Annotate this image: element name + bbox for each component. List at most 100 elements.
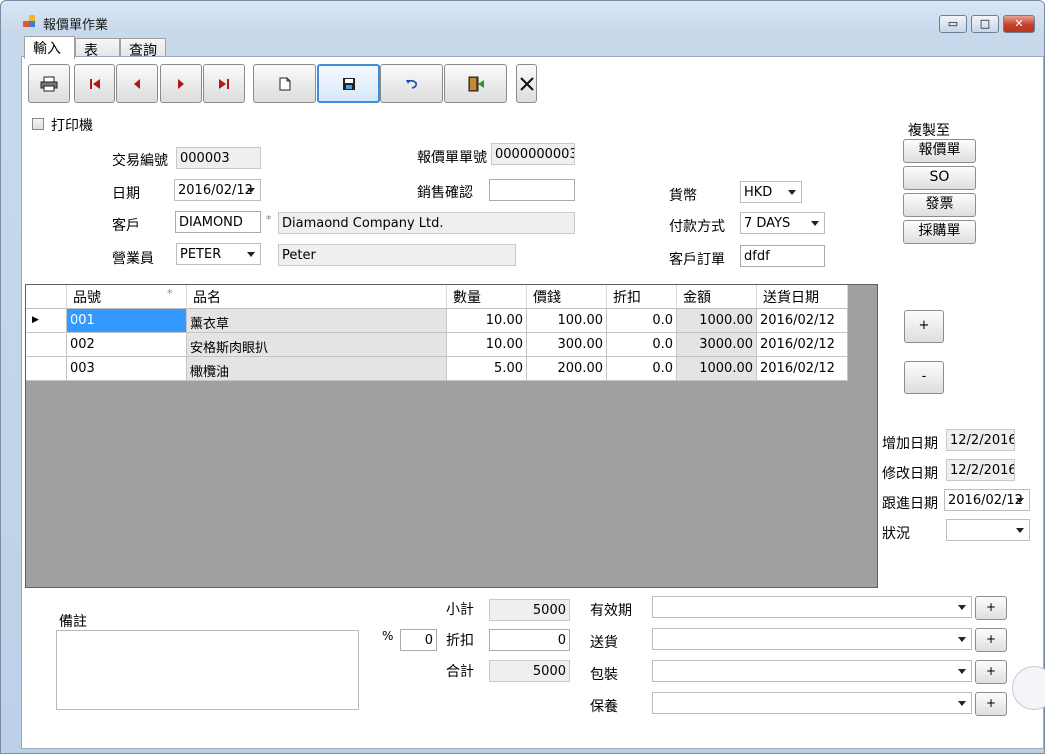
- grid-cell-delivery[interactable]: 2016/02/12: [757, 309, 848, 333]
- column-header-qty[interactable]: 數量: [447, 285, 527, 309]
- tab-report[interactable]: 表: [75, 38, 120, 59]
- followup-date-picker[interactable]: 2016/02/12: [944, 489, 1030, 511]
- column-header-name[interactable]: 品名: [187, 285, 447, 309]
- warranty-select[interactable]: [652, 692, 972, 714]
- followup-date-label: 跟進日期: [882, 496, 938, 512]
- grid-cell-amount[interactable]: 1000.00: [677, 357, 757, 381]
- subtotal-field[interactable]: 5000: [489, 599, 570, 621]
- created-date-field[interactable]: 12/2/2016: [946, 429, 1015, 451]
- copy-to-quote-button[interactable]: 報價單: [903, 139, 976, 163]
- percent-field[interactable]: 0: [400, 629, 437, 651]
- close-icon: ✕: [1014, 17, 1024, 30]
- grid-cell-price[interactable]: 200.00: [527, 357, 607, 381]
- percent-label: %: [382, 629, 394, 643]
- previous-record-button[interactable]: [116, 64, 158, 103]
- next-record-button[interactable]: [160, 64, 202, 103]
- delivery-label: 送貨: [590, 635, 618, 651]
- packaging-add-button[interactable]: +: [975, 660, 1007, 684]
- grid-cell-delivery[interactable]: 2016/02/12: [757, 357, 848, 381]
- items-grid[interactable]: 品號 * 品名 數量 價錢 折扣 金額 送貨日期 ▶ 001 薰衣草 10.00 …: [25, 284, 878, 588]
- grid-cell-delivery[interactable]: 2016/02/12: [757, 333, 848, 357]
- grid-cell-code[interactable]: 002: [67, 333, 187, 357]
- column-header-code[interactable]: 品號 *: [67, 285, 187, 309]
- grid-cell-qty[interactable]: 10.00: [447, 333, 527, 357]
- delivery-add-button[interactable]: +: [975, 628, 1007, 652]
- discount-field[interactable]: 0: [489, 629, 570, 651]
- quote-no-field[interactable]: 0000000003: [491, 143, 575, 165]
- grid-cell-qty[interactable]: 5.00: [447, 357, 527, 381]
- tab-input[interactable]: 輸入: [24, 36, 75, 59]
- followup-date-value: 2016/02/12: [948, 493, 1023, 508]
- new-button[interactable]: [253, 64, 316, 103]
- customer-order-field[interactable]: dfdf: [740, 245, 825, 267]
- copy-to-invoice-button[interactable]: 發票: [903, 193, 976, 217]
- date-label: 日期: [112, 186, 140, 202]
- maximize-button[interactable]: □: [971, 15, 999, 33]
- save-button[interactable]: [317, 64, 380, 103]
- copy-to-so-button[interactable]: SO: [903, 166, 976, 190]
- validity-add-button[interactable]: +: [975, 596, 1007, 620]
- grid-cell-amount[interactable]: 1000.00: [677, 309, 757, 333]
- column-header-amount[interactable]: 金額: [677, 285, 757, 309]
- delete-button[interactable]: [516, 64, 537, 103]
- transaction-no-field[interactable]: 000003: [176, 147, 261, 169]
- title-bar[interactable]: 報價單作業 ▭ □ ✕: [1, 1, 1044, 35]
- sales-confirm-field[interactable]: [489, 179, 575, 201]
- exit-button[interactable]: [444, 64, 507, 103]
- grid-cell-name[interactable]: 安格斯肉眼扒: [187, 333, 447, 357]
- sales-confirm-label: 銷售確認: [417, 185, 473, 201]
- printer-checkbox[interactable]: [32, 118, 44, 130]
- delivery-select[interactable]: [652, 628, 972, 650]
- packaging-select[interactable]: [652, 660, 972, 682]
- salesman-select[interactable]: PETER: [176, 243, 261, 265]
- grid-cell-name[interactable]: 薰衣草: [187, 309, 447, 333]
- first-record-icon: [89, 78, 100, 89]
- modified-date-field[interactable]: 12/2/2016: [946, 459, 1015, 481]
- validity-select[interactable]: [652, 596, 972, 618]
- grid-cell-code[interactable]: 003: [67, 357, 187, 381]
- first-record-button[interactable]: [74, 64, 115, 103]
- payment-select[interactable]: 7 DAYS: [740, 212, 825, 234]
- last-record-button[interactable]: [203, 64, 245, 103]
- tab-query[interactable]: 查詢: [120, 38, 166, 59]
- row-header[interactable]: [26, 357, 67, 381]
- total-field[interactable]: 5000: [489, 660, 570, 682]
- print-button[interactable]: [28, 64, 70, 103]
- status-select[interactable]: [946, 519, 1030, 541]
- add-row-button[interactable]: +: [904, 310, 944, 343]
- currency-select[interactable]: HKD: [740, 181, 802, 203]
- printer-label: 打印機: [51, 118, 93, 134]
- grid-cell-amount[interactable]: 3000.00: [677, 333, 757, 357]
- salesman-name-field[interactable]: Peter: [278, 244, 516, 266]
- grid-cell-discount[interactable]: 0.0: [607, 357, 677, 381]
- row-header[interactable]: ▶: [26, 309, 67, 333]
- grid-cell-discount[interactable]: 0.0: [607, 309, 677, 333]
- grid-cell-qty[interactable]: 10.00: [447, 309, 527, 333]
- new-document-icon: [279, 77, 290, 90]
- undo-button[interactable]: [380, 64, 443, 103]
- grid-cell-name[interactable]: 橄欖油: [187, 357, 447, 381]
- grid-cell-code[interactable]: 001: [67, 309, 187, 333]
- next-record-icon: [178, 78, 184, 89]
- column-header-discount[interactable]: 折扣: [607, 285, 677, 309]
- customer-name-field[interactable]: Diamaond Company Ltd.: [278, 212, 575, 234]
- previous-record-icon: [134, 78, 140, 89]
- column-header-delivery[interactable]: 送貨日期: [757, 285, 848, 309]
- grid-cell-discount[interactable]: 0.0: [607, 333, 677, 357]
- minimize-button[interactable]: ▭: [939, 15, 967, 33]
- tab-label: 輸入: [33, 41, 61, 57]
- close-button[interactable]: ✕: [1003, 15, 1035, 33]
- copy-to-label: 複製至: [908, 123, 950, 139]
- warranty-add-button[interactable]: +: [975, 692, 1007, 716]
- grid-cell-price[interactable]: 100.00: [527, 309, 607, 333]
- remove-row-button[interactable]: -: [904, 361, 944, 394]
- grid-cell-price[interactable]: 300.00: [527, 333, 607, 357]
- copy-to-po-button[interactable]: 採購單: [903, 220, 976, 244]
- customer-code-field[interactable]: DIAMOND: [175, 211, 261, 233]
- remarks-textarea[interactable]: [56, 630, 359, 710]
- date-picker[interactable]: 2016/02/12: [174, 179, 261, 201]
- column-header-label: 品號: [73, 290, 101, 306]
- row-header[interactable]: [26, 333, 67, 357]
- column-header-price[interactable]: 價錢: [527, 285, 607, 309]
- transaction-no-label: 交易編號: [112, 153, 168, 169]
